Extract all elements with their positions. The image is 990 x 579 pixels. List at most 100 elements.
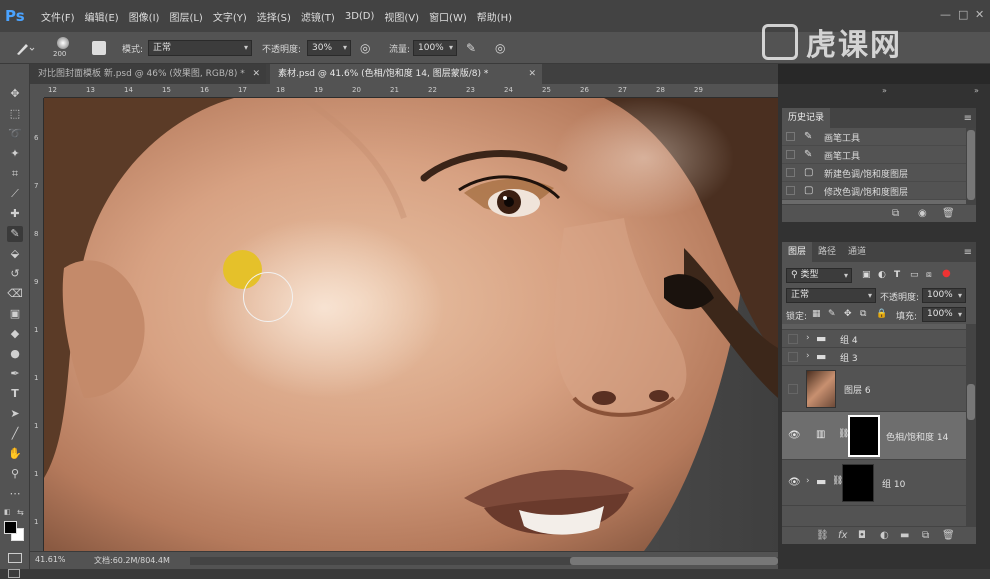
tab-paths[interactable]: 路径	[812, 242, 842, 262]
filter-adjustment-icon[interactable]: ◐	[878, 270, 886, 280]
tab-history[interactable]: 历史记录	[782, 108, 831, 128]
menu-filter[interactable]: 滤镜(T)	[296, 9, 340, 24]
history-brush-tool-icon[interactable]: ↺	[7, 266, 23, 282]
scrollbar-thumb[interactable]	[570, 557, 778, 565]
flow-input[interactable]: 100% ▾	[413, 40, 457, 56]
link-layers-icon[interactable]: ⛓	[816, 530, 829, 541]
expand-chevron-icon[interactable]: ›	[806, 476, 810, 486]
history-item[interactable]: ▢ 修改色调/饱和度图层	[782, 182, 976, 200]
menu-window[interactable]: 窗口(W)	[424, 9, 472, 24]
history-snapshot-checkbox[interactable]	[786, 150, 795, 159]
eye-icon[interactable]: 👁	[788, 430, 801, 441]
history-snapshot-checkbox[interactable]	[786, 132, 795, 141]
zoom-tool-icon[interactable]: ⚲	[7, 466, 23, 482]
menu-select[interactable]: 选择(S)	[252, 9, 296, 24]
pressure-size-icon[interactable]: ◎	[495, 32, 505, 64]
tab-channels[interactable]: 通道	[842, 242, 872, 262]
document-canvas[interactable]	[44, 98, 778, 551]
new-document-from-state-icon[interactable]: ⧉	[892, 208, 899, 219]
lock-artboard-icon[interactable]: ⧉	[860, 309, 866, 319]
lock-transparent-icon[interactable]: ▦	[812, 309, 821, 319]
history-item[interactable]: ▢ 新建色调/饱和度图层	[782, 164, 976, 182]
history-item[interactable]: ✎ 画笔工具	[782, 146, 976, 164]
type-tool-icon[interactable]: T	[7, 386, 23, 402]
lock-all-icon[interactable]: 🔒	[876, 309, 887, 319]
filter-shape-icon[interactable]: ▭	[910, 270, 919, 280]
layer-row-layer-6[interactable]: 图层 6	[782, 366, 976, 412]
horizontal-scrollbar[interactable]	[190, 557, 778, 565]
brush-panel-toggle-icon[interactable]	[92, 32, 106, 64]
menu-type[interactable]: 文字(Y)	[208, 9, 252, 24]
visibility-toggle[interactable]	[788, 384, 798, 394]
layer-mask-thumbnail[interactable]	[848, 415, 880, 457]
new-group-folder-icon[interactable]: ▬	[900, 530, 909, 541]
close-icon[interactable]: ✕	[252, 64, 260, 84]
minimize-icon[interactable]: —	[940, 9, 952, 21]
healing-tool-icon[interactable]: ✚	[7, 206, 23, 222]
stamp-tool-icon[interactable]: ⬙	[7, 246, 23, 262]
tab-layers[interactable]: 图层	[782, 242, 813, 262]
gradient-tool-icon[interactable]: ▣	[7, 306, 23, 322]
layer-mask-thumbnail[interactable]	[842, 464, 874, 502]
lock-pixels-icon[interactable]: ✎	[828, 309, 836, 319]
pressure-opacity-icon[interactable]: ◎	[360, 32, 370, 64]
expand-chevron-icon[interactable]: ›	[806, 351, 810, 361]
brush-tool-preset-icon[interactable]	[14, 32, 36, 64]
scrollbar-thumb[interactable]	[967, 384, 975, 420]
filter-type-icon[interactable]: T	[894, 270, 900, 280]
collapse-panels-icon[interactable]: »	[882, 86, 887, 95]
collapse-panels-icon[interactable]: »	[974, 86, 979, 95]
dodge-tool-icon[interactable]: ●	[7, 346, 23, 362]
visibility-toggle[interactable]	[788, 334, 798, 344]
brush-tool-icon[interactable]: ✎	[7, 226, 23, 242]
menu-image[interactable]: 图像(I)	[124, 9, 165, 24]
line-tool-icon[interactable]: ╱	[7, 426, 23, 442]
lock-position-icon[interactable]: ✥	[844, 309, 852, 319]
layer-row-group-4[interactable]: › ▬ 组 4	[782, 330, 976, 348]
screen-mode-icon[interactable]	[8, 569, 20, 578]
trash-icon[interactable]: 🗑	[942, 530, 955, 541]
move-tool-icon[interactable]: ✥	[7, 86, 23, 102]
history-item[interactable]: ✎ 画笔工具	[782, 128, 976, 146]
quick-mask-icon[interactable]	[8, 553, 22, 563]
filter-pixel-icon[interactable]: ▣	[862, 270, 871, 280]
tab-document-compare[interactable]: 对比图封面模板 新.psd @ 46% (效果图, RGB/8) * ✕	[30, 64, 266, 84]
new-layer-icon[interactable]: ⧉	[922, 530, 929, 541]
default-colors-icon[interactable]: ◧	[4, 508, 11, 516]
history-snapshot-checkbox[interactable]	[786, 168, 795, 177]
history-snapshot-checkbox[interactable]	[786, 186, 795, 195]
opacity-input[interactable]: 30% ▾	[307, 40, 351, 56]
marquee-tool-icon[interactable]: ⬚	[7, 106, 23, 122]
pen-tool-icon[interactable]: ✒	[7, 366, 23, 382]
menu-edit[interactable]: 编辑(E)	[80, 9, 124, 24]
quick-select-tool-icon[interactable]: ✦	[7, 146, 23, 162]
brush-size-picker[interactable]: 200	[52, 32, 74, 64]
menu-view[interactable]: 视图(V)	[379, 9, 424, 24]
layer-style-fx-icon[interactable]: fx	[838, 530, 847, 541]
eyedropper-tool-icon[interactable]: ⟋	[7, 186, 23, 202]
history-scrollbar[interactable]	[966, 128, 976, 204]
hand-tool-icon[interactable]: ✋	[7, 446, 23, 462]
close-icon[interactable]: ✕	[975, 9, 987, 21]
panel-menu-icon[interactable]: ≡	[964, 247, 976, 258]
swap-colors-icon[interactable]: ⇆	[17, 508, 24, 517]
mode-select[interactable]: 正常 ▾	[148, 40, 252, 56]
more-tools-icon[interactable]: ⋯	[7, 486, 23, 502]
blur-tool-icon[interactable]: ◆	[7, 326, 23, 342]
crop-tool-icon[interactable]: ⌗	[7, 166, 23, 182]
blend-mode-select[interactable]: 正常 ▾	[786, 288, 876, 303]
expand-chevron-icon[interactable]: ›	[806, 333, 810, 343]
layers-scrollbar[interactable]	[966, 324, 976, 526]
path-select-tool-icon[interactable]: ➤	[7, 406, 23, 422]
new-adjustment-layer-icon[interactable]: ◐	[880, 530, 889, 541]
menu-file[interactable]: 文件(F)	[36, 9, 80, 24]
menu-3d[interactable]: 3D(D)	[340, 11, 380, 22]
snapshot-camera-icon[interactable]: ◉	[918, 208, 927, 219]
add-mask-icon[interactable]: ◘	[858, 530, 866, 541]
layer-row-group-10[interactable]: 👁 › ▬ ⛓ 组 10	[782, 460, 976, 506]
airbrush-icon[interactable]: ✎	[466, 32, 476, 64]
maximize-icon[interactable]: □	[958, 9, 970, 21]
close-icon[interactable]: ✕	[528, 64, 536, 84]
scrollbar-thumb[interactable]	[967, 130, 975, 200]
filter-smart-object-icon[interactable]: ⧈	[926, 270, 932, 280]
